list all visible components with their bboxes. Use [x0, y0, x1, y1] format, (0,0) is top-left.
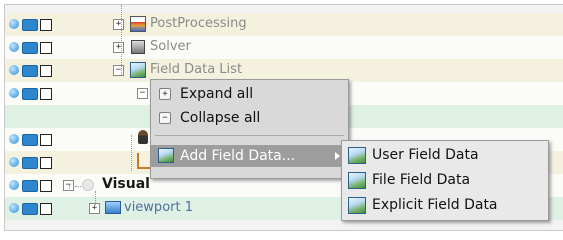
visibility-icon[interactable]: [9, 42, 19, 52]
solver-icon: [131, 40, 145, 54]
menu-item-collapse-all[interactable]: − Collapse all: [151, 107, 348, 129]
collapse-toggle-icon[interactable]: −: [113, 65, 124, 76]
color-swatch-icon[interactable]: [22, 65, 38, 77]
submenu-item-label: Explicit Field Data: [372, 197, 498, 213]
checkbox[interactable]: [40, 134, 52, 146]
color-swatch-icon[interactable]: [22, 203, 38, 215]
tree-connector: [121, 5, 122, 75]
expand-toggle-icon[interactable]: +: [113, 42, 124, 53]
visibility-icon[interactable]: [9, 180, 19, 190]
visibility-icon[interactable]: [9, 203, 19, 213]
color-swatch-icon[interactable]: [22, 157, 38, 169]
submenu-item-explicit-field-data[interactable]: Explicit Field Data: [342, 193, 548, 218]
tree-item-label: Visual: [102, 176, 150, 192]
viewport-icon: [105, 201, 121, 214]
tree-connector: [75, 186, 81, 187]
checkbox[interactable]: [40, 42, 52, 54]
color-swatch-icon[interactable]: [22, 88, 38, 100]
field-data-list-icon: [130, 62, 146, 78]
expand-toggle-icon[interactable]: +: [113, 19, 124, 30]
visibility-icon[interactable]: [9, 157, 19, 167]
person-icon: [138, 130, 148, 144]
tree-item-label: Field Data List: [150, 62, 243, 77]
checkbox[interactable]: [40, 88, 52, 100]
collapse-toggle-icon[interactable]: −: [137, 88, 148, 99]
menu-item-label: Collapse all: [180, 110, 261, 126]
visual-icon: [82, 179, 94, 191]
menu-item-label: Add Field Data...: [180, 148, 296, 164]
checkbox[interactable]: [40, 65, 52, 77]
submenu-arrow-icon: [335, 152, 340, 160]
collapse-icon: −: [159, 112, 171, 124]
tree-row-solver[interactable]: + Solver: [5, 36, 563, 59]
submenu-item-label: File Field Data: [372, 172, 471, 188]
visibility-icon[interactable]: [9, 134, 19, 144]
menu-item-add-field-data[interactable]: Add Field Data...: [151, 145, 348, 167]
user-field-data-icon: [348, 147, 366, 164]
checkbox[interactable]: [40, 19, 52, 31]
context-menu: + Expand all − Collapse all Add Field Da…: [150, 79, 349, 179]
tree-connector: [69, 185, 70, 189]
explicit-field-data-icon: [348, 197, 366, 214]
expand-icon: +: [159, 88, 171, 100]
tree-row-postprocessing[interactable]: + PostProcessing: [5, 13, 563, 36]
submenu-add-field-data: User Field Data File Field Data Explicit…: [341, 140, 549, 221]
tree-item-label: viewport 1: [124, 200, 193, 215]
checkbox[interactable]: [40, 180, 52, 192]
submenu-item-label: User Field Data: [372, 147, 479, 163]
checkbox[interactable]: [40, 157, 52, 169]
visibility-icon[interactable]: [9, 65, 19, 75]
tree-item-label: PostProcessing: [150, 16, 247, 31]
postprocessing-icon: [130, 16, 146, 32]
field-data-icon: [158, 148, 174, 163]
file-field-data-icon: [348, 172, 366, 189]
tree-connector: [131, 135, 132, 171]
tree-item-label: Solver: [150, 39, 191, 54]
checkbox[interactable]: [40, 203, 52, 215]
menu-item-expand-all[interactable]: + Expand all: [151, 83, 348, 105]
color-swatch-icon[interactable]: [22, 180, 38, 192]
tree-connector: [95, 191, 96, 205]
submenu-item-user-field-data[interactable]: User Field Data: [342, 143, 548, 168]
visibility-icon[interactable]: [9, 19, 19, 29]
visibility-icon[interactable]: [9, 88, 19, 98]
color-swatch-icon[interactable]: [22, 19, 38, 31]
menu-separator: [155, 135, 344, 136]
color-swatch-icon[interactable]: [22, 42, 38, 54]
menu-item-label: Expand all: [180, 86, 254, 102]
submenu-item-file-field-data[interactable]: File Field Data: [342, 168, 548, 193]
color-swatch-icon[interactable]: [22, 134, 38, 146]
